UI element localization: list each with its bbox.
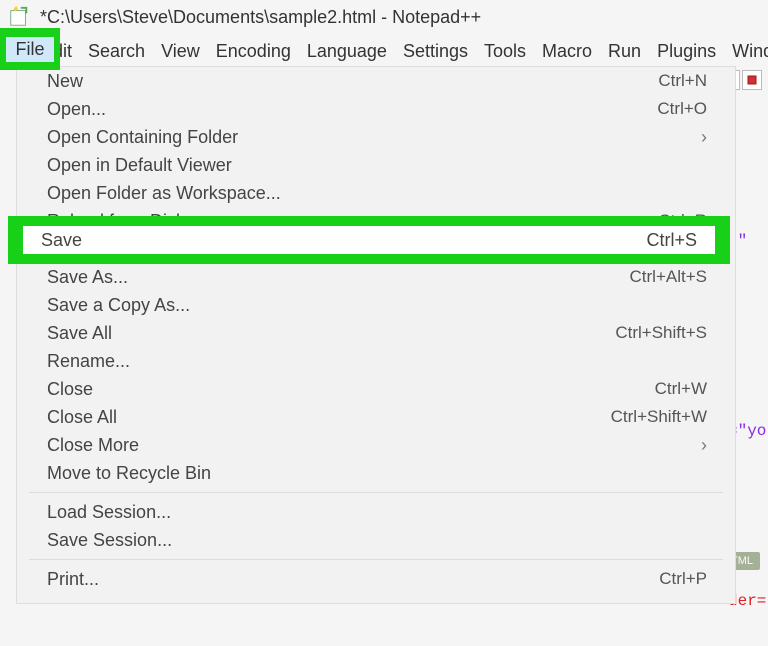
menu-item-load-session[interactable]: Load Session... — [17, 498, 735, 526]
menu-item-close[interactable]: Close Ctrl+W — [17, 375, 735, 403]
menu-label: Save Session... — [47, 530, 172, 551]
menu-shortcut: Ctrl+Shift+S — [615, 323, 707, 343]
menu-label: Close All — [47, 407, 117, 428]
menu-item-save-copy[interactable]: Save a Copy As... — [17, 291, 735, 319]
app-icon — [8, 6, 30, 28]
menu-run[interactable]: Run — [600, 37, 649, 66]
separator — [29, 559, 723, 560]
toolbar-btn[interactable] — [742, 70, 762, 90]
menu-settings[interactable]: Settings — [395, 37, 476, 66]
menu-tools[interactable]: Tools — [476, 37, 534, 66]
menu-label: Move to Recycle Bin — [47, 463, 211, 484]
menu-item-open-default[interactable]: Open in Default Viewer — [17, 151, 735, 179]
menu-search[interactable]: Search — [80, 37, 153, 66]
menu-item-save-all[interactable]: Save All Ctrl+Shift+S — [17, 319, 735, 347]
file-menu-highlight: File — [0, 28, 60, 70]
menu-label: Save As... — [47, 267, 128, 288]
menu-item-save-session[interactable]: Save Session... — [17, 526, 735, 554]
menu-item-save-as[interactable]: Save As... Ctrl+Alt+S — [17, 263, 735, 291]
menu-file[interactable]: File — [6, 37, 53, 62]
menu-label: Save All — [47, 323, 112, 344]
menu-item-close-all[interactable]: Close All Ctrl+Shift+W — [17, 403, 735, 431]
save-highlight: Save Ctrl+S — [8, 216, 730, 264]
menu-item-print[interactable]: Print... Ctrl+P — [17, 565, 735, 593]
menu-plugins[interactable]: Plugins — [649, 37, 724, 66]
menu-item-open[interactable]: Open... Ctrl+O — [17, 95, 735, 123]
menu-window[interactable]: Window — [724, 37, 768, 66]
menu-label: Save a Copy As... — [47, 295, 190, 316]
menu-item-close-more[interactable]: Close More › — [17, 431, 735, 459]
menu-shortcut: Ctrl+W — [655, 379, 707, 399]
menu-label: Open... — [47, 99, 106, 120]
menu-label: Print... — [47, 569, 99, 590]
menu-item-new[interactable]: New Ctrl+N — [17, 67, 735, 95]
menu-encoding[interactable]: Encoding — [208, 37, 299, 66]
menu-item-recycle[interactable]: Move to Recycle Bin — [17, 459, 735, 487]
menu-item-save-label[interactable]: Save — [41, 230, 82, 251]
chevron-right-icon: › — [701, 127, 707, 148]
menu-bar: File dit Search View Encoding Language S… — [0, 34, 768, 68]
menu-label: Load Session... — [47, 502, 171, 523]
menu-macro[interactable]: Macro — [534, 37, 600, 66]
menu-shortcut: Ctrl+N — [658, 71, 707, 91]
menu-label: Rename... — [47, 351, 130, 372]
menu-view[interactable]: View — [153, 37, 208, 66]
menu-item-rename[interactable]: Rename... — [17, 347, 735, 375]
menu-label: Close — [47, 379, 93, 400]
menu-label: New — [47, 71, 83, 92]
menu-label: Open Containing Folder — [47, 127, 238, 148]
menu-label: Open Folder as Workspace... — [47, 183, 281, 204]
title-bar: *C:\Users\Steve\Documents\sample2.html -… — [0, 0, 768, 34]
menu-item-save-shortcut: Ctrl+S — [646, 230, 697, 251]
menu-shortcut: Ctrl+Shift+W — [611, 407, 707, 427]
menu-shortcut: Ctrl+P — [659, 569, 707, 589]
menu-shortcut: Ctrl+O — [657, 99, 707, 119]
menu-shortcut: Ctrl+Alt+S — [630, 267, 707, 287]
window-title: *C:\Users\Steve\Documents\sample2.html -… — [40, 7, 481, 28]
chevron-right-icon: › — [701, 435, 707, 456]
file-dropdown: New Ctrl+N Open... Ctrl+O Open Containin… — [16, 66, 736, 604]
menu-item-open-containing[interactable]: Open Containing Folder › — [17, 123, 735, 151]
menu-language[interactable]: Language — [299, 37, 395, 66]
menu-label: Open in Default Viewer — [47, 155, 232, 176]
menu-item-open-workspace[interactable]: Open Folder as Workspace... — [17, 179, 735, 207]
menu-label: Close More — [47, 435, 139, 456]
separator — [29, 492, 723, 493]
